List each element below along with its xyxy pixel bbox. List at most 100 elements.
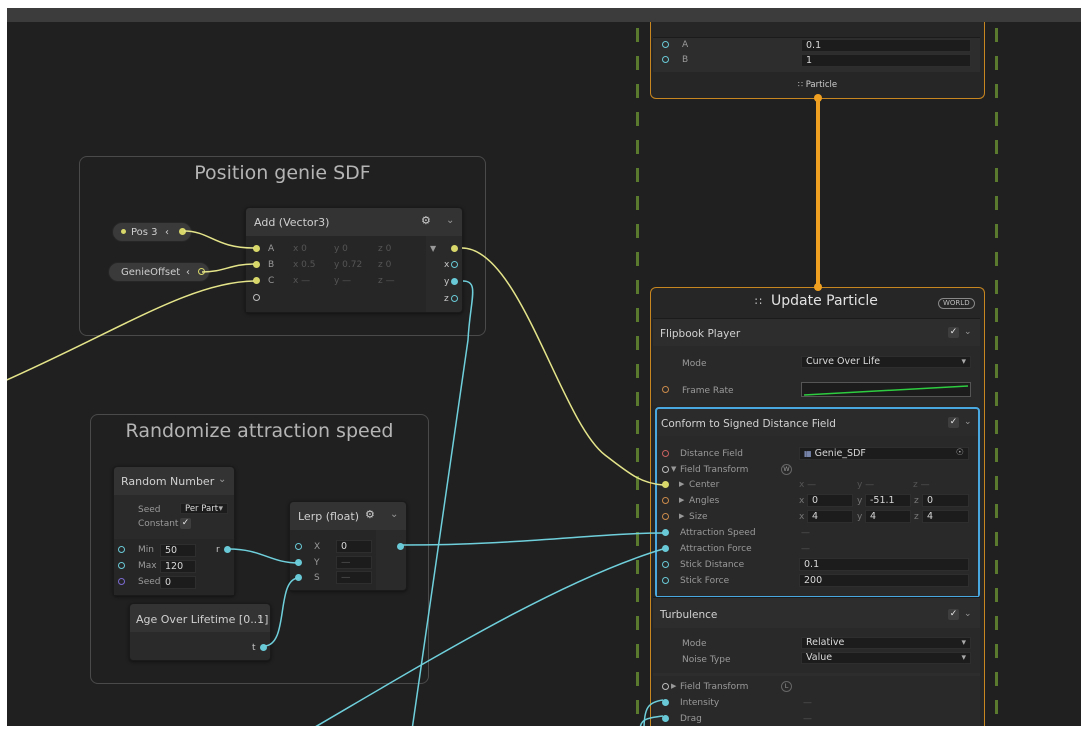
random-number-node[interactable]: Random Number ⌄ Seed Per Part Constant ✓…	[113, 466, 235, 596]
input-port-field-transform[interactable]	[662, 683, 669, 690]
intensity-value[interactable]: —	[803, 698, 812, 708]
seed-field[interactable]: 0	[160, 576, 196, 589]
space-badge[interactable]: WORLD	[938, 298, 975, 309]
field-y[interactable]: y —	[334, 276, 351, 286]
add-vector3-node[interactable]: Add (Vector3) ⚙ ⌄ A x 0 y 0 z 0 B x 0.5 …	[245, 207, 463, 313]
gear-icon[interactable]: ⚙	[421, 214, 431, 227]
stick-force-field[interactable]: 200	[799, 574, 969, 587]
center-z[interactable]: z —	[913, 480, 930, 490]
distance-field-value[interactable]: ▦ Genie_SDF ☉	[799, 447, 969, 460]
min-field[interactable]: 50	[160, 544, 196, 557]
output-port-vector[interactable]	[451, 245, 458, 252]
angles-x-field[interactable]: 0	[807, 494, 853, 507]
center-x[interactable]: x —	[799, 480, 816, 490]
input-port-max[interactable]	[118, 562, 125, 569]
stick-distance-field[interactable]: 0.1	[799, 558, 969, 571]
triangle-right-icon[interactable]: ▶	[679, 480, 684, 488]
input-port-s[interactable]	[295, 574, 302, 581]
size-x-field[interactable]: 4	[807, 510, 853, 523]
triangle-down-icon[interactable]: ▼	[671, 465, 676, 473]
input-port-distance-field[interactable]	[662, 450, 669, 457]
frame-rate-curve[interactable]	[801, 382, 971, 397]
b-field[interactable]: 1	[801, 54, 971, 67]
input-port-field-transform[interactable]	[662, 466, 669, 473]
group-title[interactable]: Randomize attraction speed	[91, 420, 428, 442]
drag-value[interactable]: —	[803, 714, 812, 724]
output-port-t[interactable]	[260, 644, 267, 651]
output-port[interactable]	[198, 268, 205, 275]
input-port-y[interactable]	[295, 559, 302, 566]
output-port[interactable]	[179, 228, 186, 235]
input-port-angles[interactable]	[662, 497, 669, 504]
context-header[interactable]: ∷ Update Particle WORLD	[651, 288, 984, 316]
field-z[interactable]: z —	[378, 276, 395, 286]
chevron-left-icon[interactable]: ‹	[186, 263, 190, 283]
triangle-right-icon[interactable]: ▶	[671, 682, 676, 690]
input-port-b[interactable]	[662, 56, 669, 63]
enable-checkbox[interactable]: ✓	[948, 417, 959, 428]
turbulence-block[interactable]: Turbulence ✓ ⌄ Mode Relative Noise Type …	[653, 597, 980, 730]
chevron-down-icon[interactable]: ⌄	[964, 417, 972, 427]
attraction-force-value[interactable]: —	[801, 544, 810, 554]
enable-checkbox[interactable]: ✓	[948, 327, 959, 338]
size-z-field[interactable]: 4	[922, 510, 969, 523]
top-context-block[interactable]: A 0.1 B 1	[653, 37, 980, 72]
gear-icon[interactable]: ⚙	[365, 508, 375, 521]
constant-checkbox[interactable]: ✓	[180, 518, 191, 529]
size-y-field[interactable]: 4	[865, 510, 911, 523]
node-header[interactable]: Lerp (float) ⚙ ⌄	[290, 502, 406, 530]
max-field[interactable]: 120	[160, 560, 196, 573]
input-port-b[interactable]	[253, 261, 260, 268]
y-field[interactable]: —	[336, 556, 372, 569]
input-port-a[interactable]	[253, 245, 260, 252]
field-z[interactable]: z 0	[378, 260, 391, 270]
x-field[interactable]: 0	[336, 540, 372, 553]
node-header[interactable]: Add (Vector3) ⚙ ⌄	[246, 208, 462, 236]
input-port-attraction-force[interactable]	[662, 545, 669, 552]
output-port-r[interactable]	[224, 546, 231, 553]
update-particle-context[interactable]: ∷ Update Particle WORLD Flipbook Player …	[650, 287, 985, 730]
input-port-seed[interactable]	[118, 578, 125, 585]
attraction-speed-value[interactable]: —	[801, 528, 810, 538]
node-header[interactable]: Random Number ⌄	[114, 467, 234, 495]
lerp-float-node[interactable]: Lerp (float) ⚙ ⌄ X 0 Y — S —	[289, 501, 407, 591]
s-field[interactable]: —	[336, 571, 372, 584]
input-port-stick-distance[interactable]	[662, 561, 669, 568]
input-port-c[interactable]	[253, 277, 260, 284]
input-port-min[interactable]	[118, 546, 125, 553]
field-z[interactable]: z 0	[378, 244, 391, 254]
chevron-down-icon[interactable]: ⌄	[446, 215, 454, 226]
output-port[interactable]	[397, 543, 404, 550]
a-field[interactable]: 0.1	[801, 39, 971, 52]
flipbook-player-block[interactable]: Flipbook Player ✓ ⌄ Mode Curve Over Life…	[653, 318, 980, 406]
chevron-down-icon[interactable]: ⌄	[218, 474, 226, 485]
input-port-a[interactable]	[662, 41, 669, 48]
field-y[interactable]: y 0.72	[334, 260, 362, 270]
chevron-down-icon[interactable]: ⌄	[964, 327, 972, 337]
input-port-frame-rate[interactable]	[662, 386, 669, 393]
mode-dropdown[interactable]: Curve Over Life	[801, 356, 971, 368]
space-toggle[interactable]: L	[781, 681, 792, 692]
input-port-stick-force[interactable]	[662, 577, 669, 584]
input-port-drag[interactable]	[662, 715, 669, 722]
output-port-y[interactable]	[451, 278, 458, 285]
target-icon[interactable]: ☉	[956, 448, 964, 459]
triangle-right-icon[interactable]: ▶	[679, 512, 684, 520]
group-title[interactable]: Position genie SDF	[80, 162, 485, 184]
center-y[interactable]: y —	[857, 480, 874, 490]
field-x[interactable]: x —	[293, 276, 310, 286]
property-pos3[interactable]: Pos 3 ‹	[112, 222, 192, 242]
seed-dropdown[interactable]: Per Part	[180, 503, 228, 514]
field-x[interactable]: x 0	[293, 244, 307, 254]
chevron-left-icon[interactable]: ‹	[165, 223, 169, 243]
input-port-extra[interactable]	[253, 294, 260, 301]
field-x[interactable]: x 0.5	[293, 260, 316, 270]
graph-canvas[interactable]: Position genie SDF Randomize attraction …	[0, 0, 1081, 730]
chevron-down-icon[interactable]: ⌄	[256, 611, 264, 622]
node-header[interactable]: Age Over Lifetime [0..1] ⌄	[130, 604, 270, 632]
input-port-center[interactable]	[662, 481, 669, 488]
input-port-intensity[interactable]	[662, 699, 669, 706]
property-genie-offset[interactable]: GenieOffset ‹	[108, 262, 210, 282]
triangle-down-icon[interactable]: ▼	[430, 244, 436, 253]
angles-y-field[interactable]: -51.1	[865, 494, 911, 507]
